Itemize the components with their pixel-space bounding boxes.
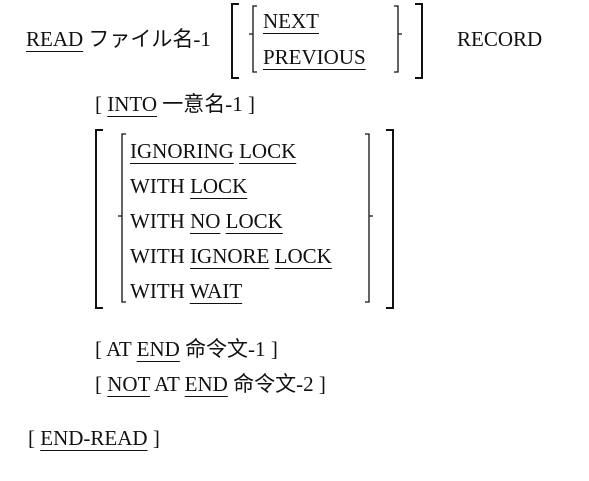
lock-inner-right-brace (365, 133, 373, 303)
lock-outer-left-bracket (95, 129, 103, 309)
direction-inner-right-brace (394, 5, 402, 73)
lock-outer-right-bracket (386, 129, 394, 309)
direction-outer-left-bracket (231, 3, 239, 79)
direction-outer-right-bracket (415, 3, 423, 79)
direction-inner-left-brace (249, 5, 257, 73)
bracket-graphics (95, 3, 423, 309)
lock-inner-left-brace (118, 133, 126, 303)
syntax-diagram: { "read_statement": { "read_kw": "READ",… (0, 0, 589, 481)
